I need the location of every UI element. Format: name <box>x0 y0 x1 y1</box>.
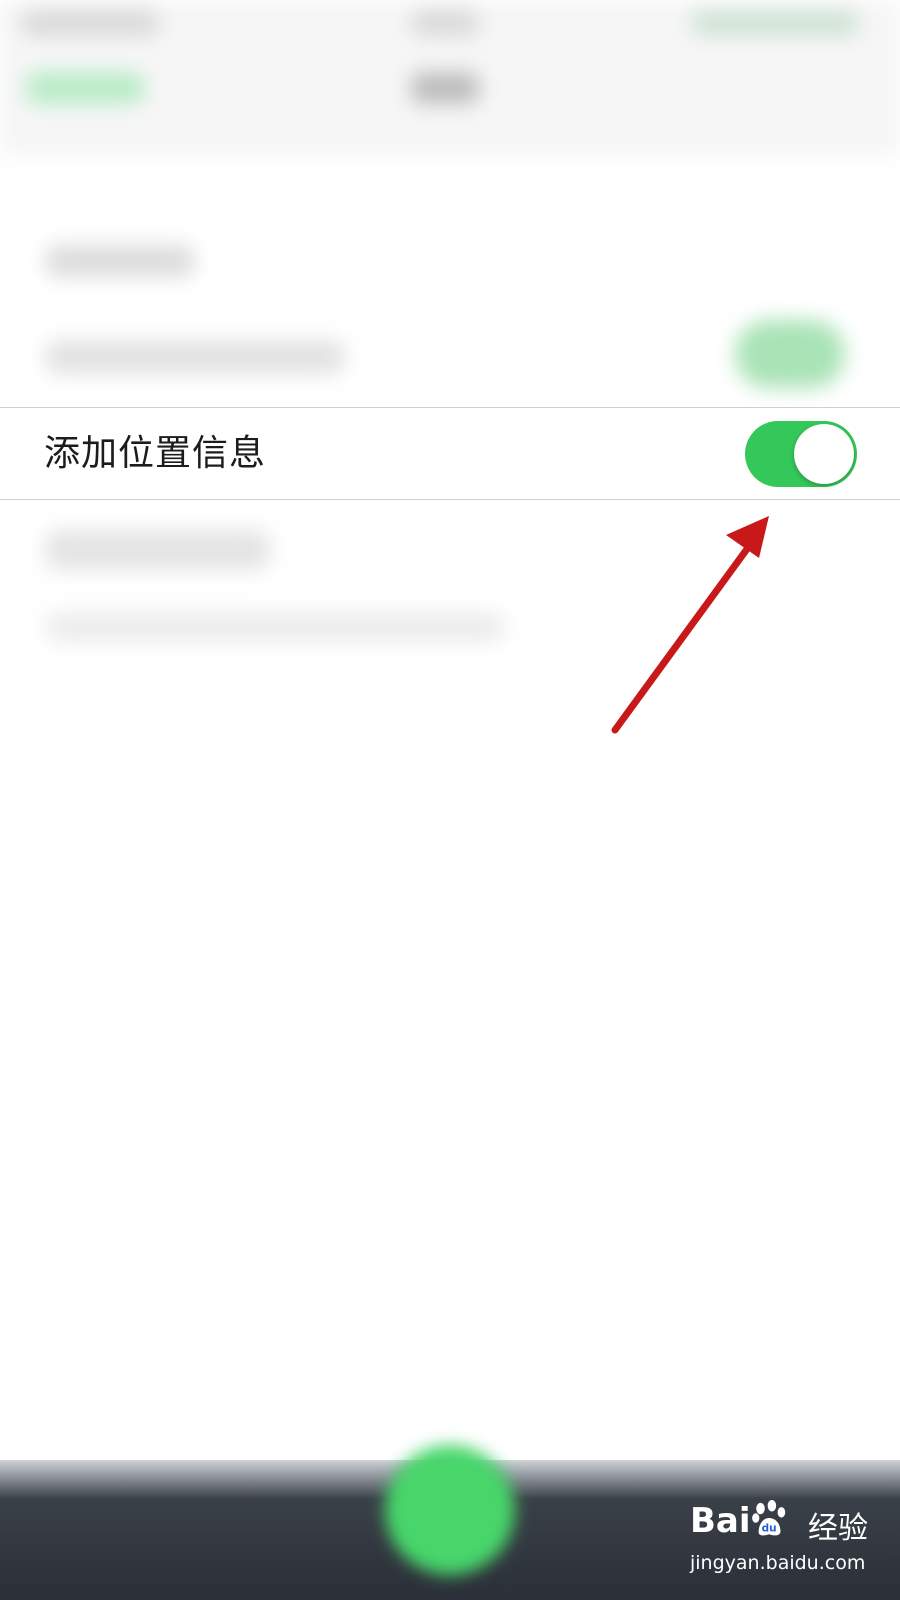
watermark-brand-left: Bai <box>690 1501 751 1541</box>
baidu-paw-icon: du <box>751 1500 785 1536</box>
watermark-brand-right: 经验 <box>808 1511 868 1546</box>
section-blur-heading <box>45 245 195 277</box>
nav-blur-1 <box>20 10 160 36</box>
row-blur-text-2 <box>45 612 505 642</box>
nav-blur-2 <box>410 10 480 36</box>
tab-center-button <box>385 1445 515 1575</box>
watermark-url: jingyan.baidu.com <box>690 1552 866 1574</box>
watermark-brand: Bai du <box>690 1500 789 1541</box>
nav-blur-back <box>25 72 145 104</box>
add-location-label: 添加位置信息 <box>44 433 267 474</box>
row-blur-label <box>45 340 345 374</box>
baidu-jingyan-watermark: Bai du 经验 jingyan.baidu.com <box>690 1500 890 1590</box>
svg-text:du: du <box>761 1522 776 1534</box>
navigation-bar <box>0 0 900 155</box>
location-setting-row: 添加位置信息 <box>0 407 900 500</box>
nav-blur-title <box>410 72 480 104</box>
row-blur-toggle <box>735 320 845 388</box>
blurred-background <box>0 0 900 1600</box>
add-location-toggle[interactable] <box>745 421 857 487</box>
nav-blur-3 <box>690 10 860 36</box>
row-blur-text-1 <box>45 530 270 570</box>
toggle-knob <box>794 424 854 484</box>
